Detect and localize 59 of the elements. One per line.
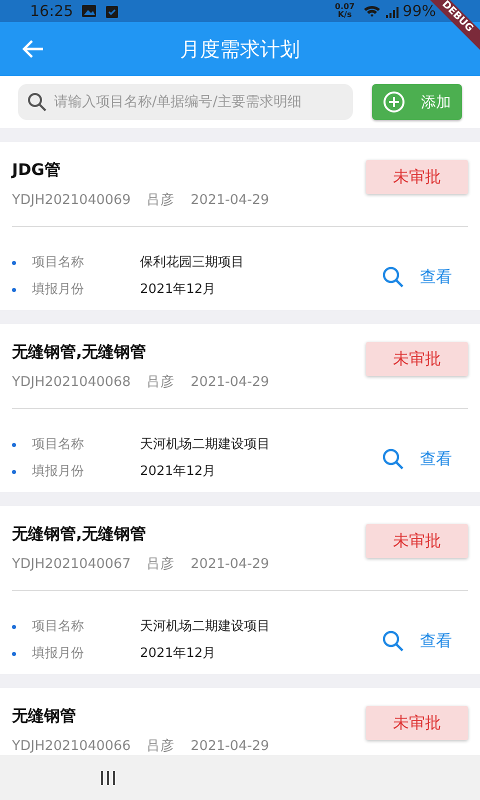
status-button[interactable]: 未审批 — [366, 524, 468, 558]
plan-title: 无缝钢管,无缝钢管 — [12, 522, 148, 545]
field-label: 填报月份 — [32, 463, 85, 482]
status-button[interactable]: 未审批 — [366, 342, 468, 376]
field-value: 保利花园三期项目 — [140, 254, 244, 272]
plan-title: JDG管 — [12, 158, 62, 181]
add-button[interactable]: 添加 — [372, 84, 462, 120]
field-label: 填报月份 — [32, 645, 85, 664]
search-icon — [382, 266, 404, 288]
plan-code: YDJH2021040067 — [12, 554, 131, 574]
network-speed: 0.07 — [334, 3, 355, 11]
view-button[interactable]: 查看 — [382, 264, 452, 288]
wifi-icon — [362, 4, 381, 18]
battery-percent: 99% — [402, 0, 436, 22]
field-label: 项目名称 — [32, 436, 85, 454]
bullet-icon — [12, 470, 16, 474]
bullet-icon — [12, 625, 16, 629]
search-icon — [27, 92, 47, 112]
back-icon[interactable] — [22, 39, 44, 59]
field-label: 填报月份 — [32, 281, 85, 300]
plan-person: 吕彦 — [146, 190, 175, 210]
bullet-icon — [12, 443, 16, 447]
field-value: 2021年12月 — [140, 645, 216, 664]
plan-person: 吕彦 — [146, 372, 175, 392]
field-value: 2021年12月 — [140, 463, 216, 482]
status-time: 16:25 — [30, 0, 74, 22]
field-label: 项目名称 — [32, 254, 85, 272]
network-speed-unit: K/s — [338, 11, 352, 19]
field-value: 天河机场二期建设项目 — [140, 618, 270, 636]
search-field[interactable]: 请输入项目名称/单据编号/主要需求明细 — [18, 84, 353, 120]
checkbox-icon — [105, 4, 120, 19]
plan-code: YDJH2021040066 — [12, 736, 131, 756]
image-icon — [81, 4, 98, 18]
plan-code: YDJH2021040068 — [12, 372, 131, 392]
plan-person: 吕彦 — [146, 736, 175, 756]
view-button[interactable]: 查看 — [382, 446, 452, 470]
page-title: 月度需求计划 — [180, 36, 300, 63]
signal-icon — [384, 6, 399, 18]
plus-circle-icon — [383, 91, 405, 113]
search-icon — [382, 448, 404, 470]
plan-title: 无缝钢管 — [12, 704, 77, 727]
plan-title: 无缝钢管,无缝钢管 — [12, 340, 148, 363]
recents-icon[interactable] — [100, 770, 116, 786]
plan-code: YDJH2021040069 — [12, 190, 131, 210]
plan-date: 2021-04-29 — [190, 372, 270, 392]
plan-date: 2021-04-29 — [190, 736, 270, 756]
bullet-icon — [12, 288, 16, 292]
view-button[interactable]: 查看 — [382, 628, 452, 652]
field-label: 项目名称 — [32, 618, 85, 636]
status-button[interactable]: 未审批 — [366, 160, 468, 194]
bullet-icon — [12, 261, 16, 265]
plan-person: 吕彦 — [146, 554, 175, 574]
search-icon — [382, 630, 404, 652]
plan-date: 2021-04-29 — [190, 554, 270, 574]
field-value: 2021年12月 — [140, 281, 216, 300]
bullet-icon — [12, 652, 16, 656]
status-button[interactable]: 未审批 — [366, 706, 468, 740]
plan-date: 2021-04-29 — [190, 190, 270, 210]
field-value: 天河机场二期建设项目 — [140, 436, 270, 454]
